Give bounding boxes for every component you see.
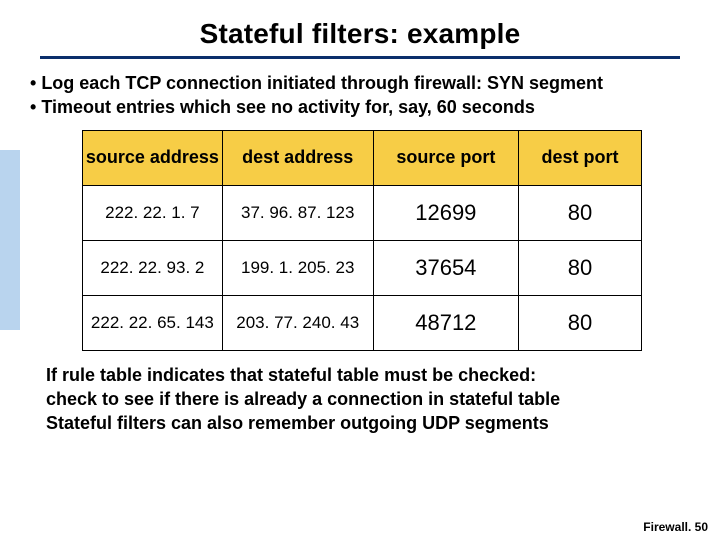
cell-dest-address: 203. 77. 240. 43 xyxy=(222,295,373,350)
cell-dest-address: 199. 1. 205. 23 xyxy=(222,240,373,295)
cell-dest-port: 80 xyxy=(519,185,642,240)
cell-dest-port: 80 xyxy=(519,240,642,295)
cell-source-port: 12699 xyxy=(373,185,518,240)
title-underline xyxy=(40,56,680,59)
col-header-dest-port: dest port xyxy=(519,130,642,185)
closing-text: If rule table indicates that stateful ta… xyxy=(46,363,708,436)
slide-container: Stateful filters: example Log each TCP c… xyxy=(0,0,720,540)
closing-line: Stateful filters can also remember outgo… xyxy=(46,411,708,435)
col-header-label: dest address xyxy=(242,147,353,167)
table-row: 222. 22. 93. 2 199. 1. 205. 23 37654 80 xyxy=(83,240,642,295)
col-header-source-address: source address xyxy=(83,130,223,185)
slide-title: Stateful filters: example xyxy=(200,18,521,50)
col-header-source-port: source port xyxy=(373,130,518,185)
slide-footer: Firewall. 50 xyxy=(643,520,708,534)
col-header-dest-address: dest address xyxy=(222,130,373,185)
title-wrap: Stateful filters: example xyxy=(12,18,708,50)
bullet-item: Log each TCP connection initiated throug… xyxy=(30,71,708,95)
cell-source-address: 222. 22. 1. 7 xyxy=(83,185,223,240)
table-row: 222. 22. 65. 143 203. 77. 240. 43 48712 … xyxy=(83,295,642,350)
cell-source-address: 222. 22. 93. 2 xyxy=(83,240,223,295)
cell-source-port: 48712 xyxy=(373,295,518,350)
table-row: 222. 22. 1. 7 37. 96. 87. 123 12699 80 xyxy=(83,185,642,240)
stateful-table: source address dest address source port … xyxy=(82,130,642,351)
table-header-row: source address dest address source port … xyxy=(83,130,642,185)
col-header-label: source port xyxy=(396,147,495,167)
cell-dest-port: 80 xyxy=(519,295,642,350)
col-header-label: dest port xyxy=(541,147,618,167)
col-header-label: source address xyxy=(86,147,219,167)
bullet-list: Log each TCP connection initiated throug… xyxy=(30,71,708,120)
closing-line: If rule table indicates that stateful ta… xyxy=(46,363,708,387)
cell-source-address: 222. 22. 65. 143 xyxy=(83,295,223,350)
cell-dest-address: 37. 96. 87. 123 xyxy=(222,185,373,240)
cell-source-port: 37654 xyxy=(373,240,518,295)
bullet-item: Timeout entries which see no activity fo… xyxy=(30,95,708,119)
stateful-table-wrap: source address dest address source port … xyxy=(82,130,642,351)
closing-line: check to see if there is already a conne… xyxy=(46,387,708,411)
